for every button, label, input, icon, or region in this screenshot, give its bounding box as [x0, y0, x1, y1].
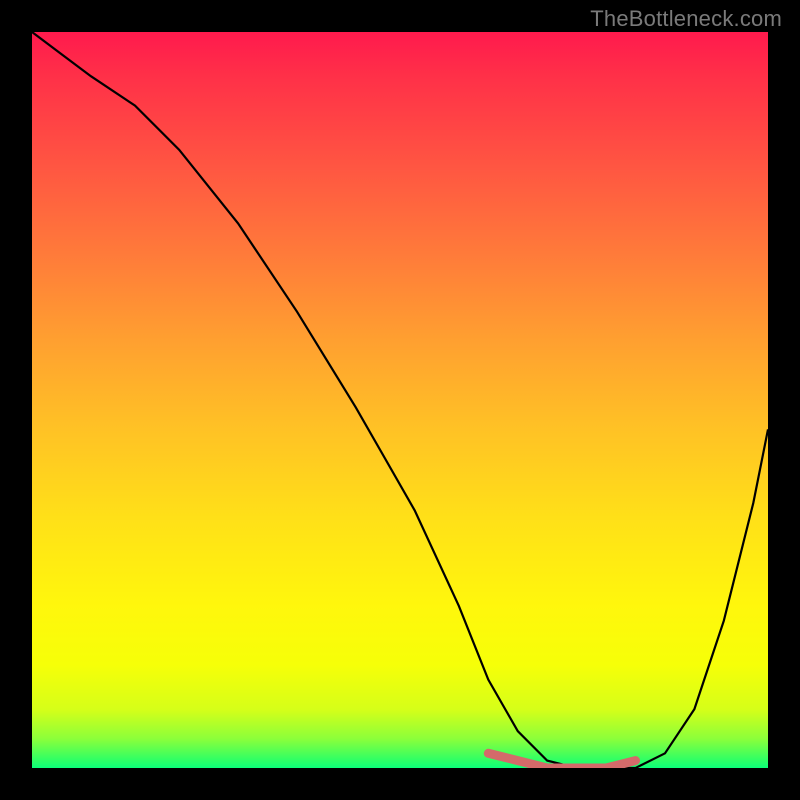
- chart-svg: [32, 32, 768, 768]
- chart-plot-area: [32, 32, 768, 768]
- optimal-band-marker: [488, 753, 635, 768]
- attribution-text: TheBottleneck.com: [590, 6, 782, 32]
- bottleneck-curve: [32, 32, 768, 768]
